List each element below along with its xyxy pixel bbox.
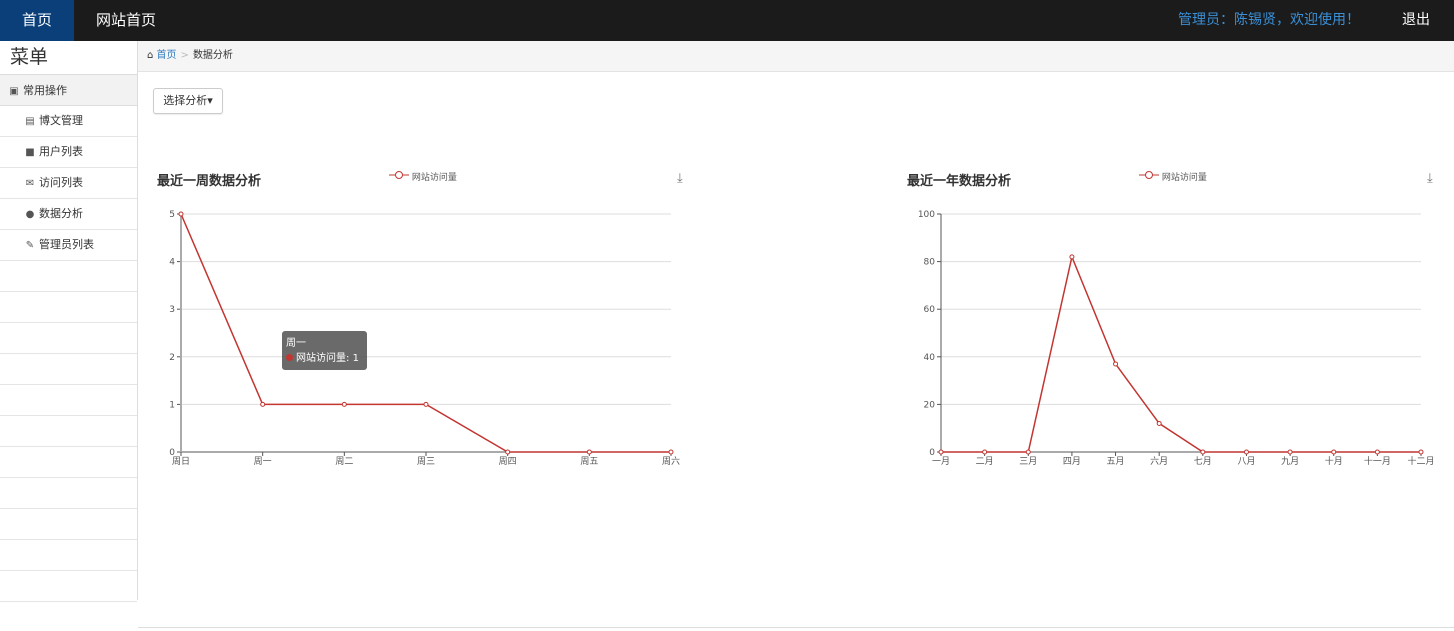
data-point xyxy=(1243,449,1249,455)
line-charts: 012345周日 周一 周二 周三 周四 周五 周六020406080100一月 二月 三月 四月… xyxy=(169,210,1434,467)
tooltip-series: 网站访问量 xyxy=(296,353,346,364)
data-point xyxy=(1025,449,1031,455)
chart-tooltip: 周一 网站访问量: 1 xyxy=(282,331,367,370)
x-tick-label: 十二月 xyxy=(1407,455,1434,467)
data-point xyxy=(1200,449,1206,455)
x-tick-label: 周一 xyxy=(254,456,272,467)
x-tick-label: 八月 xyxy=(1237,456,1255,467)
data-point xyxy=(423,401,429,407)
x-tick-label: 周四 xyxy=(499,456,517,467)
data-point xyxy=(505,449,511,455)
x-tick-label: 一月 xyxy=(932,456,950,467)
y-tick-label: 80 xyxy=(924,258,936,268)
data-point xyxy=(341,401,347,407)
x-tick-label: 周日 xyxy=(172,456,190,467)
y-tick-label: 40 xyxy=(924,353,936,363)
data-point xyxy=(586,449,592,455)
y-tick-label: 3 xyxy=(169,305,175,315)
data-point xyxy=(982,449,988,455)
data-point xyxy=(1069,254,1075,260)
data-point xyxy=(1331,449,1337,455)
tooltip-value: 1 xyxy=(352,353,359,364)
x-tick-label: 六月 xyxy=(1150,455,1168,467)
x-tick-label: 二月 xyxy=(976,456,994,467)
x-tick-label: 周三 xyxy=(417,456,435,467)
y-tick-label: 2 xyxy=(169,353,175,363)
data-point xyxy=(938,449,944,455)
x-tick-label: 周五 xyxy=(580,456,598,467)
data-point xyxy=(1374,449,1380,455)
x-tick-label: 五月 xyxy=(1107,456,1125,467)
tooltip-title: 周一 xyxy=(286,338,306,349)
x-tick-label: 十一月 xyxy=(1364,455,1391,467)
data-point xyxy=(178,211,184,217)
data-point xyxy=(1113,361,1119,367)
y-tick-label: 20 xyxy=(924,400,936,410)
x-tick-label: 九月 xyxy=(1281,456,1299,467)
series-line xyxy=(180,213,671,453)
y-tick-label: 4 xyxy=(169,258,175,268)
y-tick-label: 5 xyxy=(169,210,175,220)
data-point xyxy=(1156,420,1162,426)
x-tick-label: 周六 xyxy=(662,455,680,467)
series-line xyxy=(941,254,1421,453)
data-point xyxy=(1287,449,1293,455)
footer-divider xyxy=(138,627,1454,628)
y-tick-label: 60 xyxy=(924,305,936,315)
data-point xyxy=(668,449,674,455)
series-dot-icon xyxy=(286,354,293,361)
data-point xyxy=(260,401,266,407)
x-tick-label: 七月 xyxy=(1194,456,1212,467)
x-tick-label: 周二 xyxy=(335,456,353,467)
y-tick-label: 100 xyxy=(918,210,935,220)
x-tick-label: 十月 xyxy=(1325,455,1343,467)
y-tick-label: 1 xyxy=(169,400,175,410)
x-tick-label: 三月 xyxy=(1019,456,1037,467)
x-tick-label: 四月 xyxy=(1063,456,1081,467)
data-point xyxy=(1418,449,1424,455)
